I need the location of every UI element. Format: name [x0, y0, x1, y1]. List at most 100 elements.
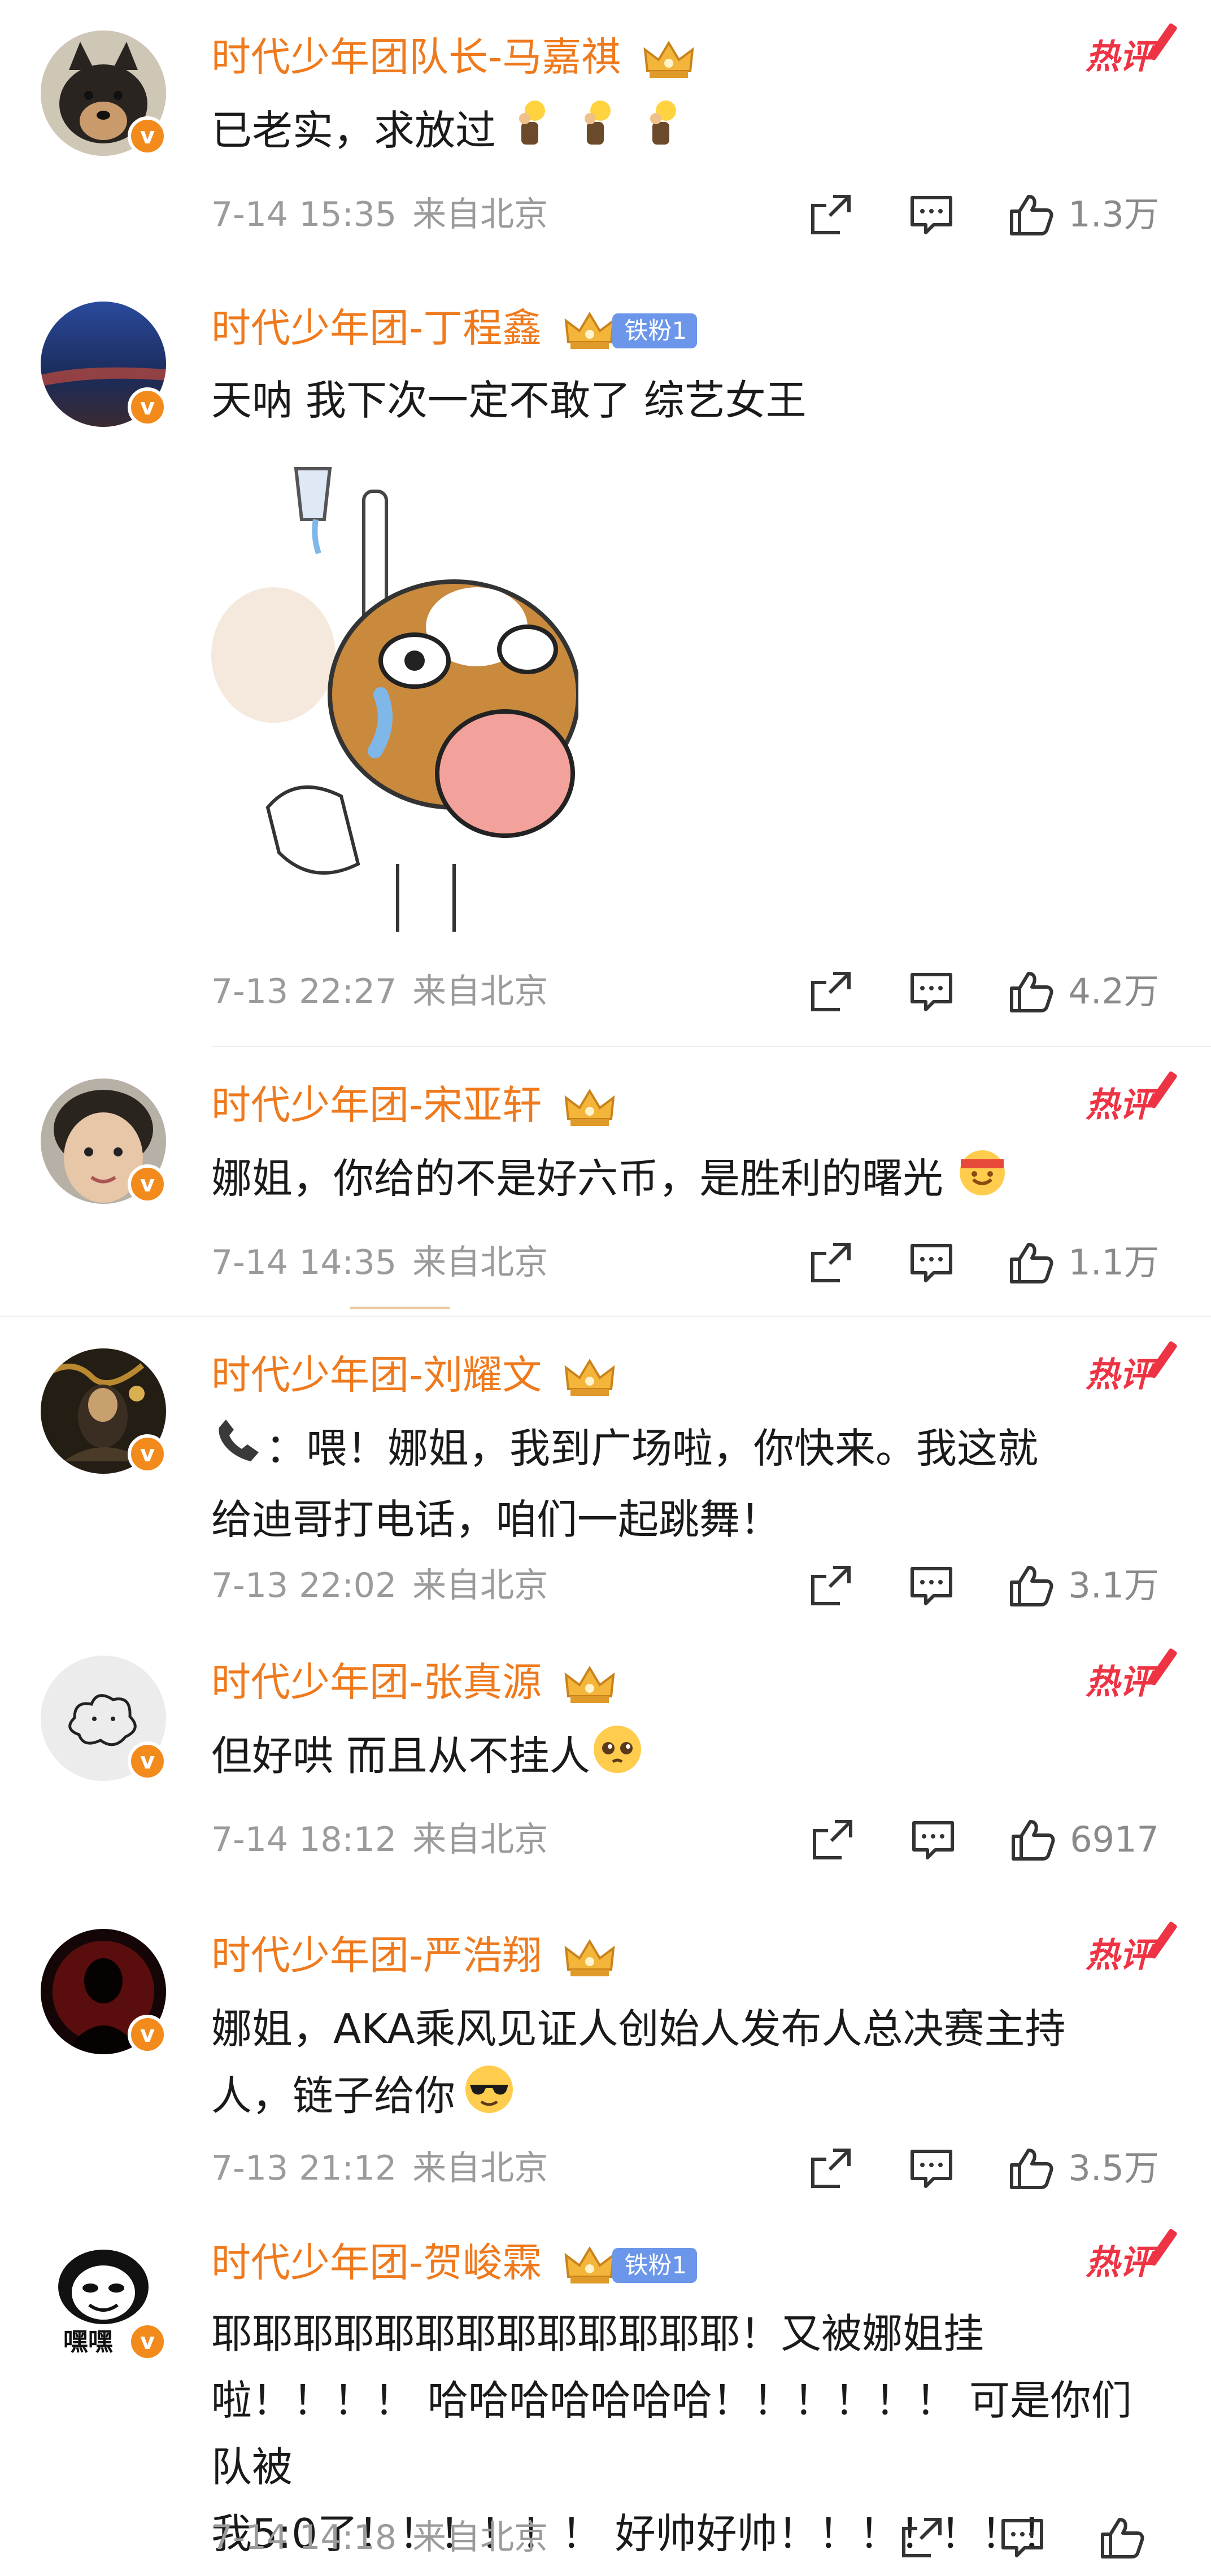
crying-dog-sticker[interactable]: [211, 457, 581, 932]
verified-badge-icon: v: [128, 116, 167, 156]
comment-location: 来自北京: [412, 1243, 548, 1282]
crown-icon: [563, 1936, 617, 1981]
comment-author[interactable]: 时代少年团队长-马嘉祺: [211, 32, 696, 82]
share-icon[interactable]: [807, 1239, 855, 1286]
author-name[interactable]: 时代少年团-张真源: [211, 1659, 542, 1705]
reply-icon[interactable]: [908, 968, 955, 1015]
comment-time: 7-14 15:35: [211, 195, 397, 234]
share-icon[interactable]: [809, 1816, 856, 1863]
comment-author[interactable]: 时代少年团-丁程鑫 铁粉1: [211, 303, 698, 353]
verified-badge-icon: v: [128, 2015, 167, 2054]
author-name[interactable]: 时代少年团-宋亚轩: [211, 1082, 542, 1128]
like-icon[interactable]: [1009, 1816, 1056, 1863]
verified-badge-icon: v: [128, 1164, 167, 1204]
hot-comment-tag: 热评: [1086, 1070, 1178, 1130]
avatar-caption: 嘿嘿: [63, 2328, 113, 2356]
comment-actions: 3.1万: [807, 1560, 1159, 1611]
author-name[interactable]: 时代少年团-贺峻霖: [211, 2239, 542, 2286]
author-name[interactable]: 时代少年团-刘耀文: [211, 1352, 542, 1398]
reply-icon[interactable]: [908, 1239, 955, 1286]
comment-time: 7-13 22:27: [211, 972, 397, 1011]
verified-badge-icon: v: [128, 1741, 167, 1781]
comment-meta: 7-13 21:12 来自北京: [211, 2146, 548, 2191]
comment-time: 7-13 22:02: [211, 1566, 397, 1605]
divider: [211, 1046, 1211, 1047]
comment-author[interactable]: 时代少年团-张真源: [211, 1657, 617, 1708]
crown-icon: [563, 1662, 617, 1708]
hot-comment-tag: 热评: [1086, 2228, 1178, 2288]
comment-meta: 7-14 15:35 来自北京: [211, 192, 548, 237]
comment-location: 来自北京: [412, 2149, 548, 2188]
comment-location: 来自北京: [412, 972, 548, 1011]
author-name[interactable]: 时代少年团-丁程鑫: [211, 305, 542, 351]
comment-location: 来自北京: [412, 1566, 548, 1605]
comment-time: 7-14 14:35: [211, 1243, 397, 1282]
share-icon[interactable]: [898, 2514, 946, 2561]
comment-location: 来自北京: [412, 1820, 548, 1859]
like-icon[interactable]: [1007, 968, 1055, 1015]
comment-actions: 3.5万: [807, 2143, 1159, 2194]
crown-icon: [563, 1355, 617, 1400]
hot-comment-tag: 热评: [1086, 1920, 1178, 1981]
comment-actions: [898, 2512, 1159, 2563]
headband-face-icon: [956, 1146, 1008, 1217]
author-name[interactable]: 时代少年团队长-马嘉祺: [211, 34, 621, 80]
like-icon[interactable]: [1007, 191, 1055, 238]
comment-time: 7-13 21:12: [211, 2149, 397, 2188]
comment-meta: 7-13 22:27 来自北京: [211, 969, 548, 1014]
pleading-face-icon: [590, 1722, 644, 1796]
comment-location: 来自北京: [412, 2518, 548, 2557]
comment-author[interactable]: 时代少年团-严浩翔: [211, 1930, 617, 1981]
like-count: 4.2万: [1068, 971, 1159, 1012]
comment-text: 天呐 我下次一定不敢了 综艺女王: [211, 377, 807, 424]
comment-text: 已老实，求放过: [211, 97, 1160, 168]
share-icon[interactable]: [807, 1562, 855, 1609]
comment-meta: 7-14 14:35 来自北京: [211, 1240, 548, 1285]
lightbulb-person-icon: [640, 98, 683, 168]
comment-meta: 7-14 18:12 来自北京: [211, 1817, 548, 1862]
comment-author[interactable]: 时代少年团-贺峻霖 铁粉1: [211, 2237, 698, 2288]
share-icon[interactable]: [807, 191, 855, 238]
verified-badge-icon: v: [128, 387, 167, 427]
comment-text: 娜姐，AKA乘风见证人创始人发布人总决赛主持 人，链子给你: [211, 1996, 1160, 2136]
comment-text: 娜姐，你给的不是好六币，是胜利的曙光: [211, 1145, 1160, 1217]
fan-badge[interactable]: 铁粉1: [612, 2247, 698, 2283]
comment-location: 来自北京: [412, 195, 548, 234]
like-count: 1.3万: [1068, 194, 1159, 235]
comment-time: 7-14 14:18: [211, 2518, 397, 2557]
reply-icon[interactable]: [909, 1816, 957, 1863]
share-icon[interactable]: [807, 968, 855, 1015]
reply-icon[interactable]: [908, 2145, 955, 2192]
like-icon[interactable]: [1007, 1239, 1055, 1286]
divider: [0, 1316, 1211, 1317]
like-icon[interactable]: [1007, 1562, 1055, 1609]
like-count: 3.1万: [1068, 1565, 1159, 1606]
reply-icon[interactable]: [908, 1562, 955, 1609]
comment-actions: 1.3万: [807, 189, 1159, 240]
comment-text: ：喂！娜姐，我到广场啦，你快来。我这就 给迪哥打电话，咱们一起跳舞！: [211, 1415, 1160, 1553]
crown-icon: [642, 37, 696, 82]
hot-comment-tag: 热评: [1086, 1647, 1178, 1708]
like-icon[interactable]: [1007, 2145, 1055, 2192]
hot-comment-tag: 热评: [1086, 22, 1178, 82]
reply-icon[interactable]: [999, 2514, 1046, 2561]
verified-badge-icon: v: [128, 1434, 167, 1474]
author-name[interactable]: 时代少年团-严浩翔: [211, 1932, 542, 1979]
verified-badge-icon: v: [128, 2322, 167, 2361]
share-icon[interactable]: [807, 2145, 855, 2192]
comment-actions: 4.2万: [807, 966, 1159, 1017]
lightbulb-person-icon: [509, 98, 552, 168]
crown-icon: [563, 2243, 617, 2288]
comment-meta: 7-14 14:18 来自北京: [211, 2515, 548, 2560]
like-count: 3.5万: [1068, 2147, 1159, 2189]
comment-author[interactable]: 时代少年团-刘耀文: [211, 1350, 617, 1400]
comment-author[interactable]: 时代少年团-宋亚轩: [211, 1080, 617, 1130]
comment-actions: 1.1万: [807, 1237, 1159, 1288]
sunglasses-face-icon: [462, 2062, 516, 2136]
fan-badge[interactable]: 铁粉1: [612, 313, 698, 348]
reply-icon[interactable]: [908, 191, 955, 238]
like-icon[interactable]: [1098, 2514, 1145, 2561]
lightbulb-person-icon: [574, 98, 617, 168]
comment-actions: 6917: [809, 1814, 1159, 1865]
like-count: 1.1万: [1068, 1242, 1159, 1283]
